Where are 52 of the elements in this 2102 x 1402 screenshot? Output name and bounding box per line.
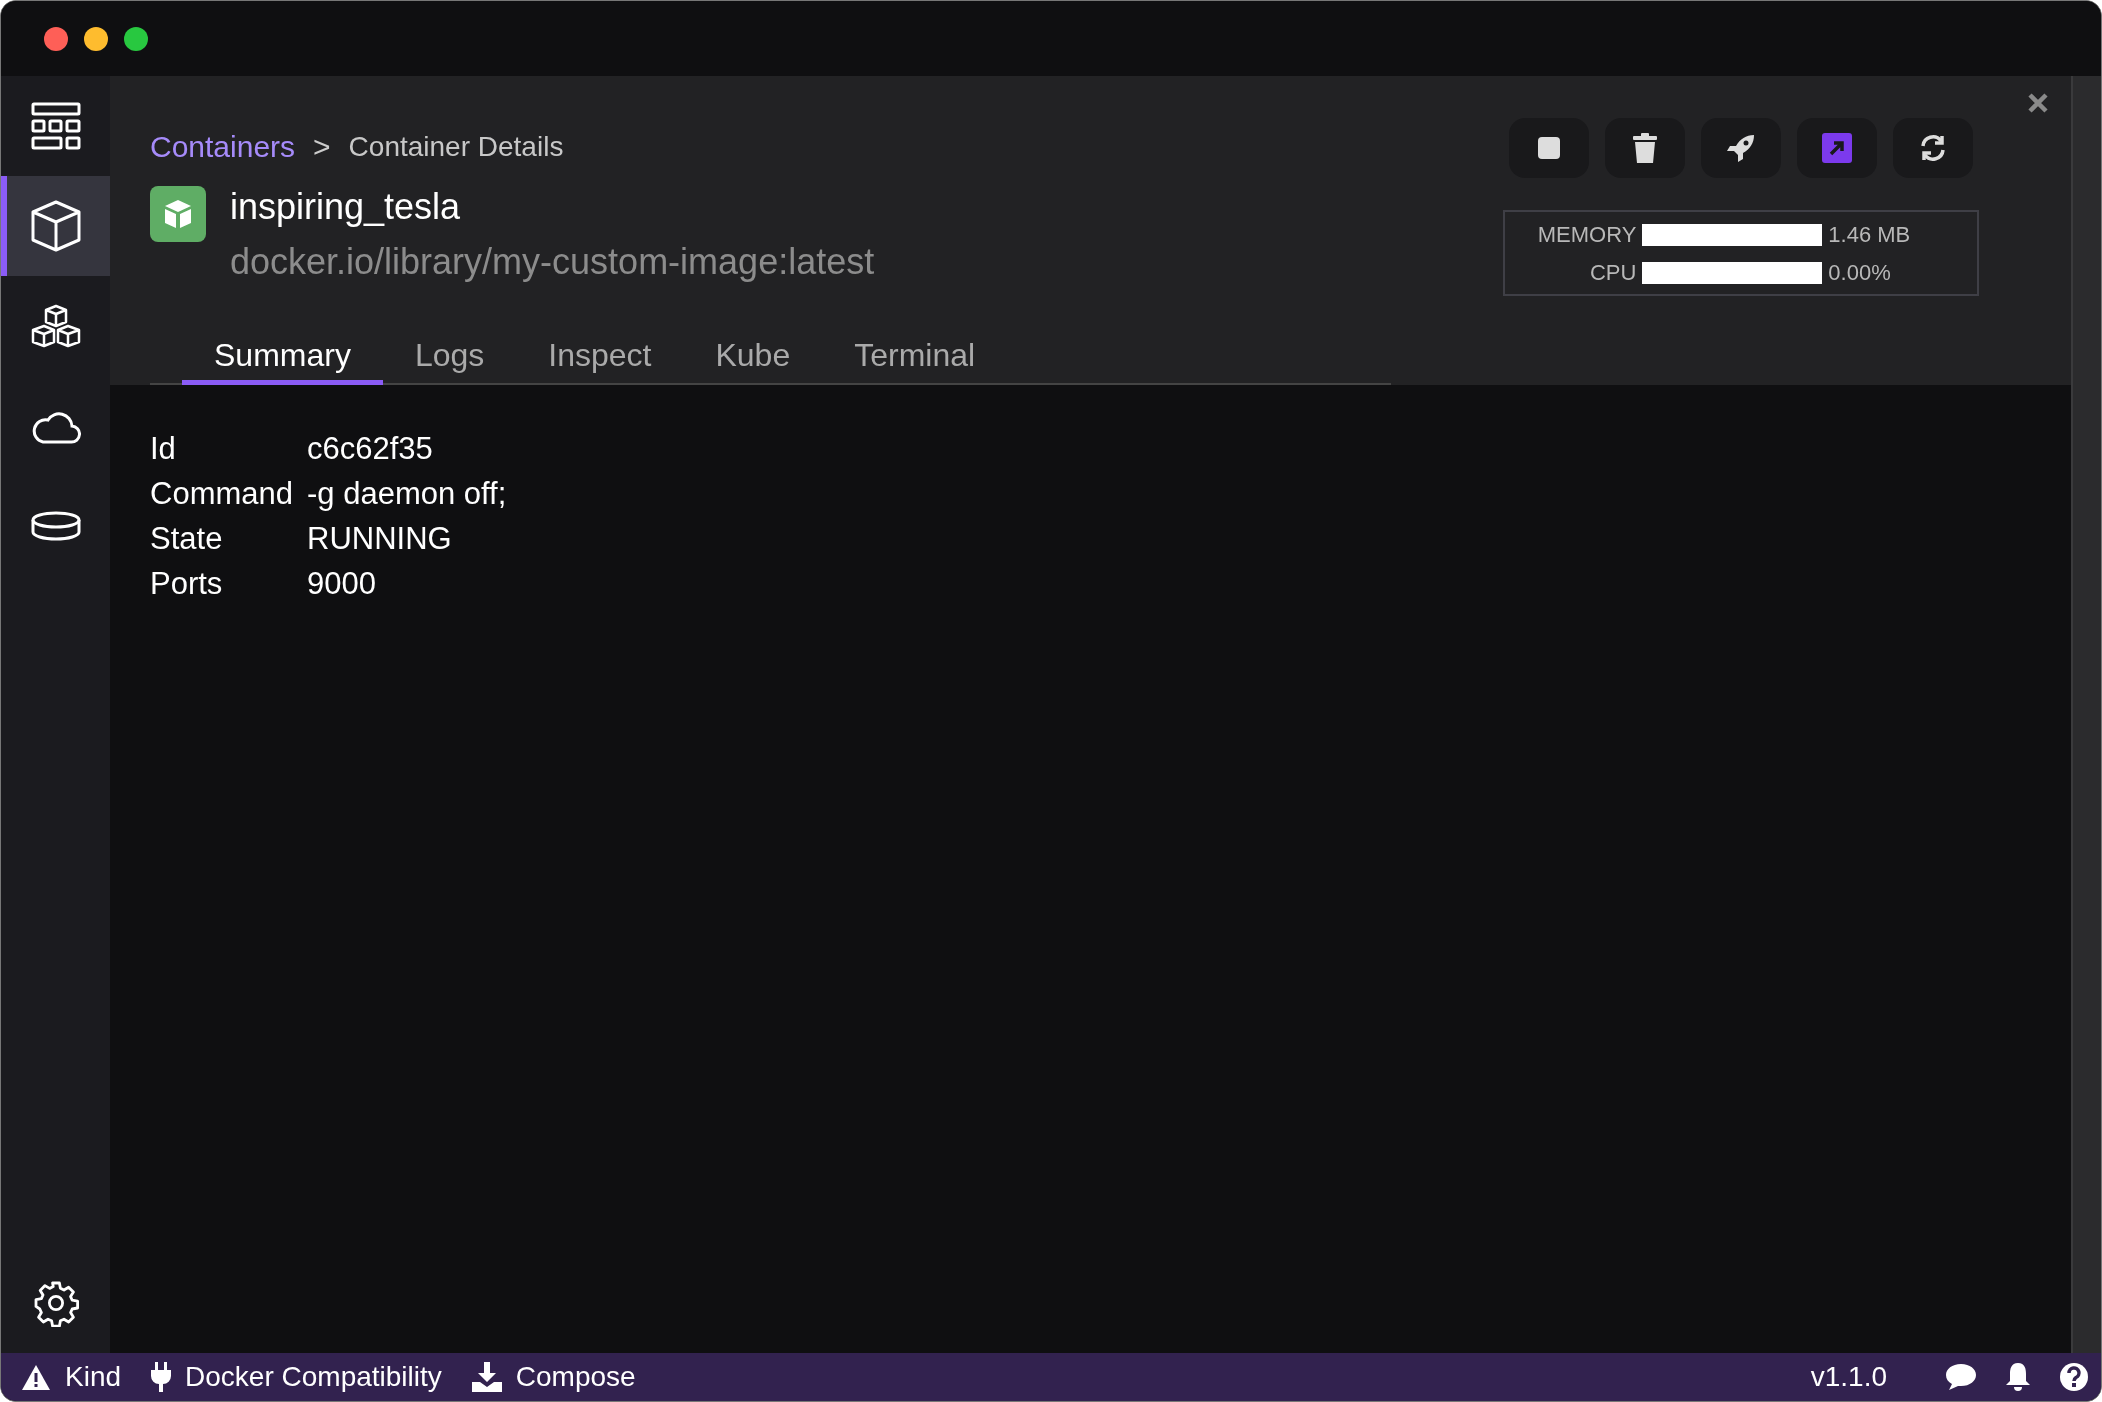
stacked-cubes-icon: [30, 304, 81, 348]
detail-value: 9000: [307, 566, 377, 602]
container-name: inspiring_tesla: [230, 186, 462, 228]
stop-icon: [1538, 137, 1560, 159]
refresh-button[interactable]: [1893, 118, 1973, 178]
warning-icon: [21, 1363, 51, 1391]
rocket-icon: [1726, 133, 1756, 163]
help-icon[interactable]: [2059, 1362, 2089, 1392]
tab[interactable]: Kube: [683, 337, 823, 385]
breadcrumb-link[interactable]: Containers: [150, 130, 296, 164]
minimize-window-button[interactable]: [84, 26, 108, 51]
close-window-button[interactable]: [44, 26, 68, 51]
download-icon: [471, 1362, 502, 1392]
stat-value: 0.00%: [1828, 260, 1892, 286]
detail-value: RUNNING: [307, 521, 453, 557]
chat-icon[interactable]: [1945, 1363, 1977, 1391]
stop-button[interactable]: [1509, 118, 1589, 178]
tab[interactable]: Terminal: [822, 337, 1008, 385]
breadcrumb-current: Container Details: [348, 131, 564, 163]
detail-label: Command: [150, 476, 293, 512]
stat-value: 1.46 MB: [1828, 222, 1912, 248]
detail-value: -g daemon off;: [307, 476, 508, 512]
stat-label: CPU: [1588, 260, 1637, 286]
tab[interactable]: Logs: [382, 337, 517, 385]
close-icon: [2027, 92, 2049, 114]
status-item[interactable]: Kind: [21, 1361, 122, 1393]
sidebar-item[interactable]: [1, 176, 110, 276]
breadcrumb-separator: >: [313, 130, 331, 164]
cube-icon: [30, 200, 81, 252]
refresh-icon: [1918, 133, 1948, 163]
zoom-window-button[interactable]: [124, 26, 148, 51]
open-external-button[interactable]: [1797, 118, 1877, 178]
version-label: v1.1.0: [1810, 1361, 1887, 1393]
external-link-icon: [1822, 133, 1852, 163]
plug-icon: [151, 1362, 172, 1392]
container-icon: [150, 186, 206, 242]
detail-value: c6c62f35: [307, 431, 434, 467]
detail-label: Ports: [150, 566, 224, 602]
tab[interactable]: Summary: [182, 337, 383, 385]
tab[interactable]: Inspect: [516, 337, 684, 385]
detail-label: State: [150, 521, 224, 557]
detail-label: Id: [150, 431, 177, 467]
status-item[interactable]: Compose: [471, 1361, 636, 1393]
deploy-button[interactable]: [1701, 118, 1781, 178]
trash-icon: [1633, 133, 1657, 163]
bell-icon[interactable]: [2005, 1362, 2031, 1392]
stat-label: MEMORY: [1536, 222, 1637, 248]
dashboard-icon: [30, 102, 81, 150]
disk-icon: [30, 511, 81, 541]
delete-button[interactable]: [1605, 118, 1685, 178]
status-item[interactable]: Docker Compatibility: [151, 1361, 442, 1393]
image-name: docker.io/library/my-custom-image:latest: [230, 240, 875, 284]
